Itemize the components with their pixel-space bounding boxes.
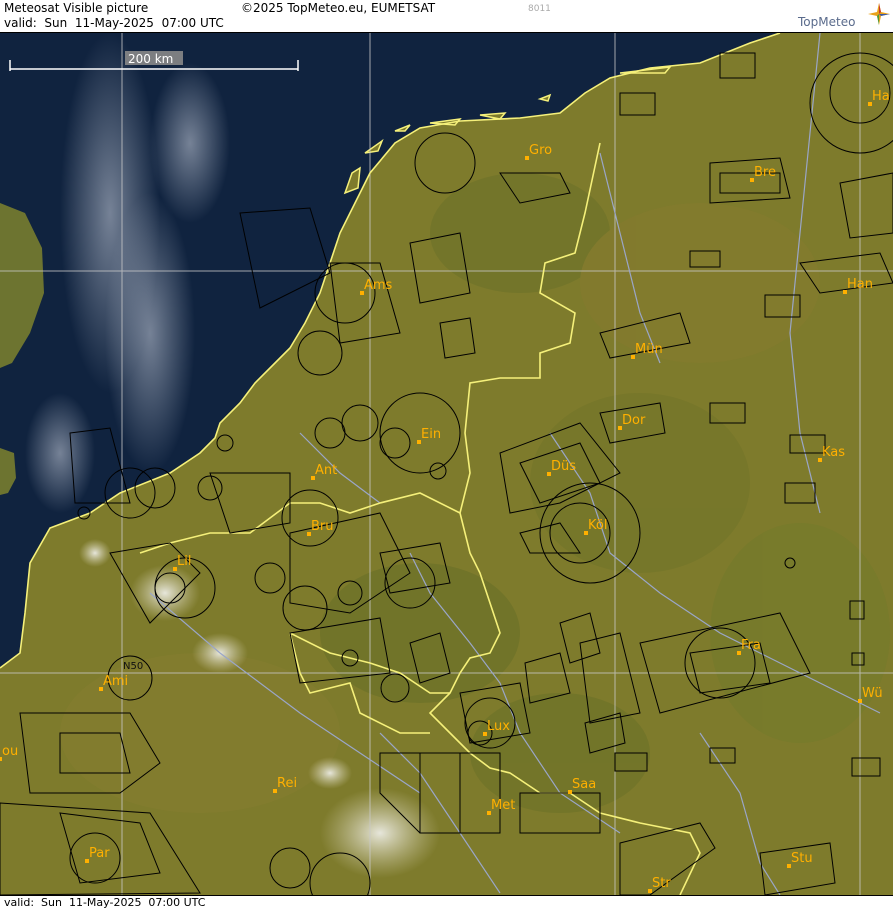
footer-bar: valid: Sun 11-May-2025 07:00 UTC bbox=[0, 895, 893, 909]
city-label: Wü bbox=[862, 686, 883, 701]
city-label: Lil bbox=[177, 554, 191, 569]
city-label: Ami bbox=[103, 674, 128, 689]
city-label: Bre bbox=[754, 165, 776, 180]
city-label: ou bbox=[2, 744, 18, 759]
grid-label-n50: N50 bbox=[123, 661, 143, 672]
city-label: Bru bbox=[311, 519, 334, 534]
header-bar: Meteosat Visible picture ©2025 TopMeteo.… bbox=[0, 0, 893, 33]
city-label: Lux bbox=[487, 719, 510, 734]
city-label: Han bbox=[847, 277, 873, 292]
city-label: Ein bbox=[421, 427, 441, 442]
city-label: Mün bbox=[635, 342, 663, 357]
valid-time: valid: Sun 11-May-2025 07:00 UTC bbox=[4, 16, 224, 30]
city-label: Rei bbox=[277, 776, 297, 791]
city-label: Ant bbox=[315, 463, 337, 478]
city-label: Düs bbox=[551, 459, 576, 474]
city-label: Kas bbox=[822, 445, 845, 460]
city-label: Köl bbox=[588, 518, 607, 533]
satellite-map[interactable]: 200 km N50 Gro Bre Ha Ams Han Mün Ein Dor Kas Ant… bbox=[0, 33, 893, 895]
map-canvas: 200 km N50 Gro Bre Ha Ams Han Mün Ein Dor Kas Ant… bbox=[0, 33, 893, 895]
city-label: Ha bbox=[872, 89, 890, 104]
city-label: Par bbox=[89, 846, 110, 861]
city-label: Fra bbox=[741, 638, 761, 653]
compass-star-icon bbox=[868, 3, 890, 25]
footer-valid-time: valid: Sun 11-May-2025 07:00 UTC bbox=[4, 896, 206, 909]
city-label: Met bbox=[491, 798, 515, 813]
city-label: Dor bbox=[622, 413, 646, 428]
city-label: Str bbox=[652, 876, 671, 891]
city-label: Gro bbox=[529, 143, 552, 158]
map-title: Meteosat Visible picture bbox=[4, 1, 149, 15]
city-label: Stu bbox=[791, 851, 813, 866]
city-label: Saa bbox=[572, 777, 596, 792]
scale-label: 200 km bbox=[128, 52, 173, 66]
city-label: Ams bbox=[364, 278, 393, 293]
frame-code: 8011 bbox=[528, 4, 551, 14]
copyright: ©2025 TopMeteo.eu, EUMETSAT bbox=[241, 1, 436, 15]
topmeteo-logo[interactable]: TopMeteo bbox=[798, 15, 855, 29]
